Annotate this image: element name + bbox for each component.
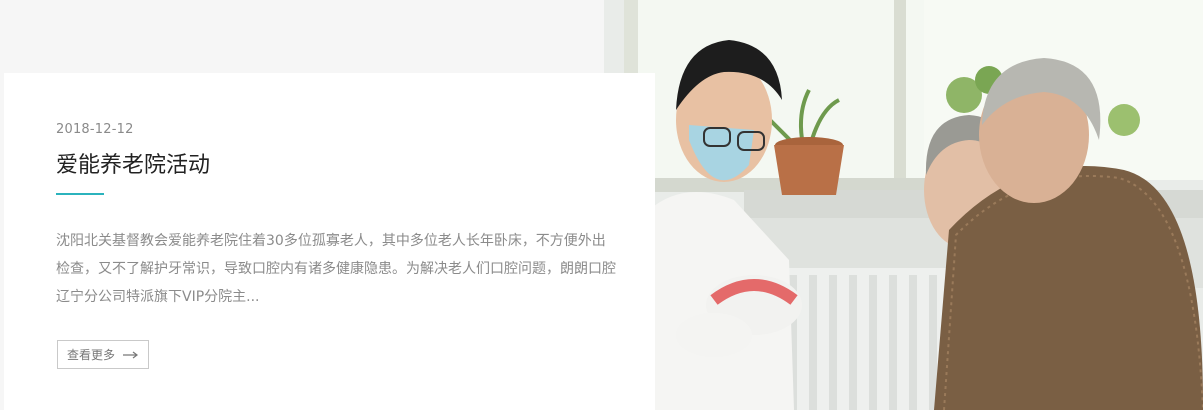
- article-photo: [604, 0, 1203, 410]
- read-more-button[interactable]: 查看更多: [57, 340, 149, 369]
- article-excerpt: 沈阳北关基督教会爱能养老院住着30多位孤寡老人，其中多位老人长年卧床，不方便外出…: [56, 233, 616, 305]
- arrow-right-icon: [123, 351, 139, 359]
- title-divider: [56, 193, 104, 195]
- read-more-label: 查看更多: [66, 348, 115, 362]
- article-date: 2018-12-12: [56, 122, 134, 137]
- article-title[interactable]: 爱能养老院活动: [56, 147, 210, 179]
- article-card: 2018-12-12 爱能养老院活动 沈阳北关基督教会爱能养老院住着30多位孤寡…: [4, 73, 655, 410]
